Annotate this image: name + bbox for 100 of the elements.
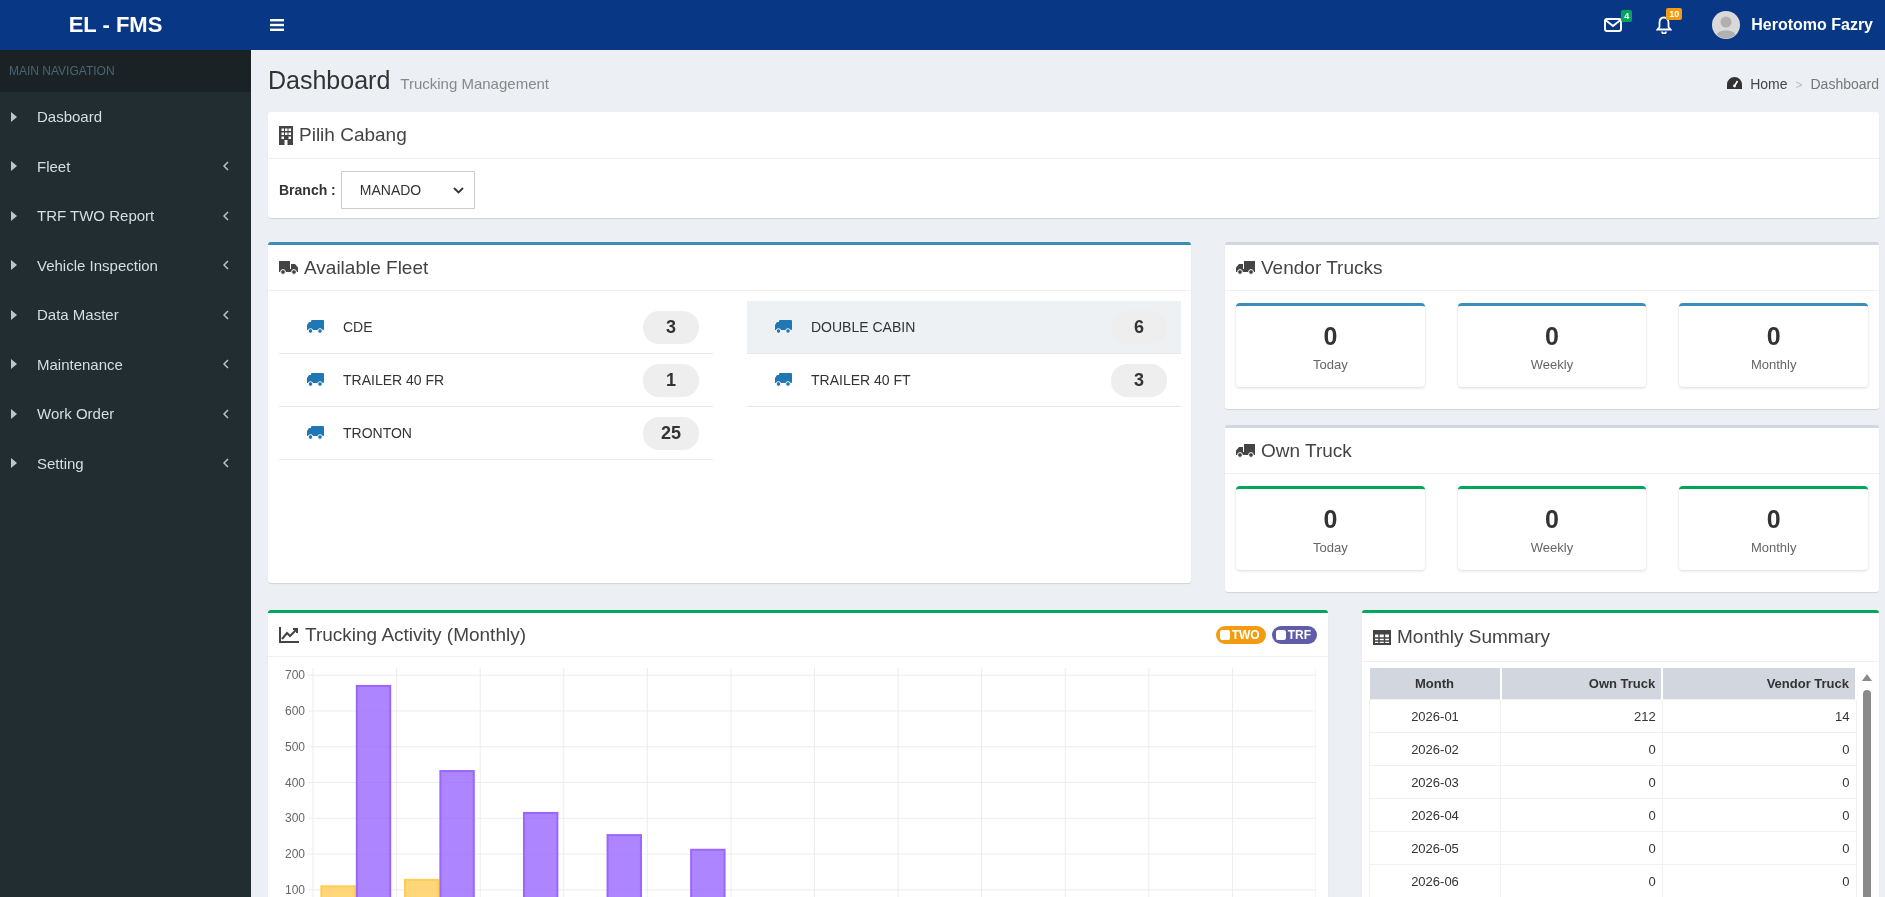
caret-icon (11, 408, 17, 419)
truck-icon (775, 320, 792, 334)
table-icon (1373, 629, 1391, 645)
stat-label: Weekly (1530, 356, 1574, 372)
table-cell: 2026-04 (1369, 798, 1501, 832)
table-cell: 0 (1500, 732, 1663, 766)
count-badge: 1 (643, 363, 699, 397)
avatar-icon[interactable] (1712, 11, 1741, 39)
stat-value: 0 (1323, 504, 1338, 534)
y-axis-label: 200 (284, 847, 305, 862)
sidebar-header: MAIN NAVIGATION (0, 50, 251, 92)
sidebar-item[interactable]: Vehicle Inspection (0, 240, 251, 290)
legend-badge[interactable]: TRF (1271, 625, 1317, 644)
table-cell: 0 (1500, 765, 1663, 799)
table-cell: 0 (1662, 798, 1856, 832)
mail-icon[interactable] (1604, 18, 1623, 32)
card-title: Monthly Summary (1397, 626, 1551, 648)
stat-label: Weekly (1530, 539, 1574, 555)
sidebar-item[interactable]: TRF TWO Report (0, 191, 251, 241)
table-cell: 0 (1662, 831, 1856, 865)
count-badge: 3 (1111, 363, 1167, 397)
truck-icon (307, 426, 324, 440)
chevron-down-icon (452, 186, 464, 194)
truck-icon (307, 373, 324, 387)
app-logo[interactable]: EL - FMS (0, 12, 251, 38)
fleet-row[interactable]: DOUBLE CABIN 6 (747, 301, 1181, 354)
card-title: Available Fleet (304, 256, 429, 279)
y-axis-label: 300 (284, 811, 305, 826)
truck-icon (1236, 260, 1255, 275)
caret-icon (11, 161, 17, 172)
table-cell: 0 (1662, 732, 1856, 766)
card-title: Own Truck (1261, 439, 1352, 462)
caret-icon (11, 359, 17, 370)
stat-label: Today (1313, 356, 1348, 372)
truck-icon (307, 320, 324, 334)
caret-icon (11, 210, 17, 221)
caret-icon (11, 260, 17, 271)
stat-label: Today (1313, 539, 1348, 555)
truck-icon (279, 260, 298, 275)
message-count-badge: 4 (1621, 10, 1633, 22)
column-header: Own Truck (1500, 668, 1663, 700)
table-cell: 2026-01 (1369, 699, 1501, 733)
stat-label: Monthly (1750, 539, 1797, 555)
stat-value: 0 (1766, 504, 1781, 534)
table-cell: 0 (1500, 831, 1663, 865)
building-icon (279, 125, 293, 145)
sidebar-item[interactable]: Work Order (0, 389, 251, 439)
stat-label: Monthly (1750, 356, 1797, 372)
branch-select[interactable]: MANADO (340, 171, 475, 209)
breadcrumb-separator: > (1795, 78, 1803, 92)
card-title: Vendor Trucks (1261, 256, 1383, 279)
menu-icon[interactable] (270, 19, 284, 31)
truck-icon (1236, 443, 1255, 458)
y-axis-label: 600 (284, 703, 305, 718)
stat-value: 0 (1323, 321, 1338, 351)
sidebar-item[interactable]: Fleet (0, 141, 251, 191)
card-title: Pilih Cabang (299, 124, 407, 146)
breadcrumb-item[interactable]: Home (1750, 76, 1788, 92)
table-cell: 14 (1662, 699, 1856, 733)
sidebar-item[interactable]: Dasboard (0, 92, 251, 142)
y-axis-label: 400 (284, 775, 305, 790)
table-cell: 0 (1662, 765, 1856, 799)
notification-count-badge: 10 (1666, 8, 1683, 20)
caret-icon (11, 111, 17, 122)
y-axis-label: 100 (284, 882, 305, 897)
caret-icon (11, 309, 17, 320)
bell-icon[interactable] (1656, 16, 1673, 34)
page-subtitle: Trucking Management (400, 75, 549, 92)
fleet-row[interactable]: TRAILER 40 FR 1 (279, 354, 713, 407)
fleet-row[interactable]: TRONTON 25 (279, 407, 713, 460)
page-title: Dashboard (268, 66, 391, 95)
dashboard-icon (1727, 77, 1743, 89)
sidebar-item[interactable]: Data Master (0, 290, 251, 340)
table-cell: 2026-02 (1369, 732, 1501, 766)
stat-value: 0 (1545, 504, 1559, 534)
stat-value: 0 (1545, 321, 1559, 351)
table-cell: 0 (1500, 798, 1663, 832)
stat-value: 0 (1766, 321, 1781, 351)
count-badge: 6 (1111, 310, 1167, 344)
table-cell: 2026-03 (1369, 765, 1501, 799)
table-cell: 2026-06 (1369, 864, 1501, 897)
y-axis-label: 500 (284, 739, 305, 754)
table-cell: 2026-05 (1369, 831, 1501, 865)
fleet-row[interactable]: TRAILER 40 FT 3 (747, 354, 1181, 407)
count-badge: 25 (643, 416, 699, 450)
sidebar-item[interactable]: Maintenance (0, 339, 251, 389)
breadcrumb-item: Dashboard (1810, 76, 1879, 92)
column-header: Month (1369, 668, 1501, 700)
line-chart-icon (279, 626, 299, 643)
column-header: Vendor Truck (1662, 668, 1856, 700)
count-badge: 3 (643, 310, 699, 344)
table-cell: 212 (1500, 699, 1663, 733)
branch-label: Branch : (279, 182, 336, 198)
fleet-row[interactable]: CDE 3 (279, 301, 713, 354)
sidebar-item[interactable]: Setting (0, 438, 251, 488)
y-axis-label: 700 (284, 668, 305, 683)
card-title: Trucking Activity (Monthly) (305, 623, 526, 646)
truck-icon (775, 373, 792, 387)
user-name[interactable]: Herotomo Fazry (1751, 16, 1873, 34)
caret-icon (11, 458, 17, 469)
